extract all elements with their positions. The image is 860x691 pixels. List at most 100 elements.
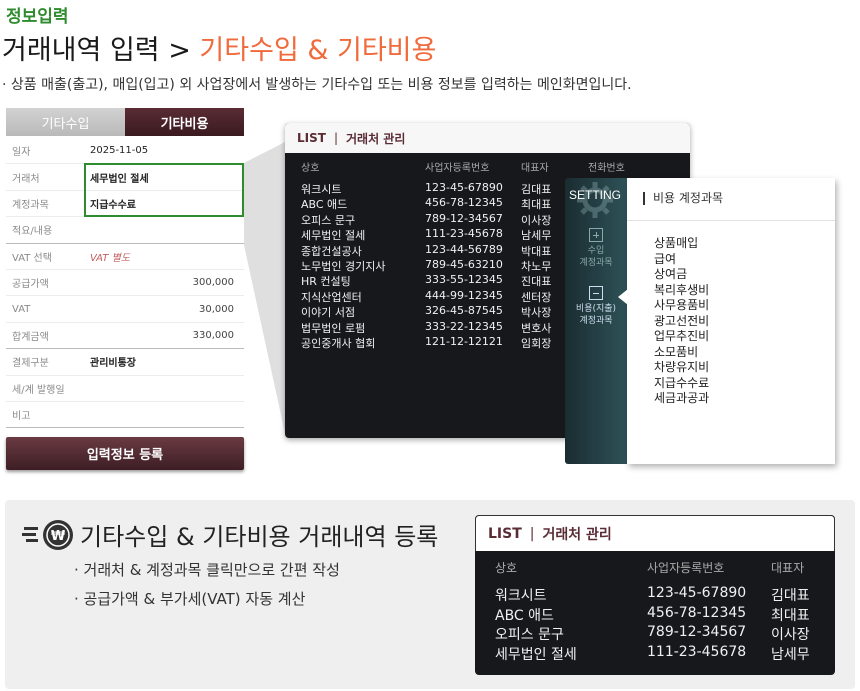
cell-ceo: 박사장 — [521, 306, 552, 320]
form-label: 세/계 발행일 — [12, 384, 65, 396]
form-label: 합계금액 — [12, 331, 49, 343]
income-account-label-2: 계정과목 — [579, 258, 613, 268]
table-row[interactable]: ABC 애드 456-78-12345 최대표 — [475, 605, 835, 625]
income-account-label-1: 수입 — [587, 246, 605, 256]
income-account-button[interactable]: 수입 계정과목 — [565, 228, 627, 269]
form-row-vat[interactable]: VAT 30,000 — [6, 296, 244, 323]
cell-ceo: 김대표 — [521, 183, 552, 196]
cell-bizno: 123-45-67890 — [425, 181, 503, 194]
list-item[interactable]: 복리후생비 — [654, 281, 709, 297]
cell-ceo: 최대표 — [771, 607, 810, 624]
col-header-ceo: 대표자 — [521, 163, 549, 174]
cell-name: 워크시트 — [301, 183, 342, 196]
col-header-ceo: 대표자 — [771, 561, 805, 575]
list-column-headers: 상호 사업자등록번호 대표자 전화번호 — [285, 159, 690, 179]
cell-bizno: 123-44-56789 — [425, 242, 503, 256]
list-title: LIST — [297, 131, 326, 145]
list-item[interactable]: 세금과공과 — [654, 389, 709, 405]
col-header-phone: 전화번호 — [588, 163, 625, 174]
form-label: 결제구분 — [12, 358, 49, 370]
cell-name: 세무법인 절세 — [495, 646, 577, 663]
mini-list-header: LIST | 거래처 관리 — [475, 515, 835, 551]
list-item[interactable]: 지급수수료 — [654, 374, 709, 390]
form-row-date[interactable]: 일자 2025-11-05 — [6, 138, 244, 165]
submit-button[interactable]: 입력정보 등록 — [6, 437, 244, 470]
form-row-vat-select[interactable]: VAT 선택 VAT 별도 — [6, 244, 244, 270]
supply-amount-field[interactable]: 300,000 — [193, 277, 234, 288]
total-field[interactable]: 330,000 — [193, 330, 234, 341]
feature-title: 기타수입 & 기타비용 거래내역 등록 — [80, 523, 439, 551]
list-item[interactable]: 상여금 — [654, 265, 709, 281]
page-title: 거래내역 입력 > 기타수입 & 기타비용 — [2, 28, 436, 67]
vat-field[interactable]: 30,000 — [199, 304, 234, 315]
cell-ceo: 차노무 — [521, 259, 552, 273]
list-item[interactable]: 광고선전비 — [654, 312, 709, 328]
account-list: 상품매입 급여 상여금 복리후생비 사무용품비 광고선전비 업무추진비 소모품비… — [654, 234, 709, 405]
table-row[interactable]: 워크시트 123-45-67890 김대표 — [475, 585, 835, 605]
date-field[interactable]: 2025-11-05 — [90, 145, 148, 156]
form-row-payment[interactable]: 결제구분 관리비통장 — [6, 349, 244, 376]
form-label: 적요/내용 — [12, 226, 53, 238]
form-row-total[interactable]: 합계금액 330,000 — [6, 323, 244, 350]
setting-title: SETTING — [569, 188, 622, 202]
tab-bar: 기타수입 기타비용 — [6, 108, 244, 136]
form-label: VAT — [12, 303, 31, 315]
cell-ceo: 센터장 — [521, 290, 552, 304]
payment-field[interactable]: 관리비통장 — [90, 354, 136, 369]
form-row-supply-amount[interactable]: 공급가액 300,000 — [6, 270, 244, 297]
mini-list-subtitle: 거래처 관리 — [542, 526, 612, 543]
cell-bizno: 121-12-12121 — [425, 334, 503, 348]
cell-name: 종합건설공사 — [301, 244, 362, 258]
form-row-invoice-date[interactable]: 세/계 발행일 — [6, 376, 244, 402]
table-row[interactable]: 세무법인 절세 111-23-45678 남세무 — [475, 644, 835, 664]
cell-ceo: 남세무 — [771, 646, 810, 663]
cell-bizno: 111-23-45678 — [647, 643, 747, 660]
expense-account-label-1: 비용(지출) — [575, 304, 617, 314]
form-row-note[interactable]: 비고 — [6, 402, 244, 429]
list-item[interactable]: 업무추진비 — [654, 327, 709, 343]
minus-square-icon — [589, 286, 603, 300]
tab-other-income[interactable]: 기타수입 — [6, 108, 125, 136]
cell-name: ABC 애드 — [495, 607, 554, 624]
form-row-memo[interactable]: 적요/내용 — [6, 217, 244, 244]
page-title-accent: 기타수입 & 기타비용 — [199, 35, 437, 66]
cell-name: ABC 애드 — [301, 198, 348, 212]
cell-name: 이야기 서점 — [301, 306, 356, 320]
cell-name: HR 컨설팅 — [301, 275, 351, 289]
list-item[interactable]: 사무용품비 — [654, 296, 709, 312]
svg-text:₩: ₩ — [51, 529, 66, 544]
tab-other-expense[interactable]: 기타비용 — [125, 108, 244, 136]
list-item[interactable]: 차량유지비 — [654, 358, 709, 374]
cell-bizno: 789-45-63210 — [425, 257, 503, 271]
cell-name: 워크시트 — [495, 588, 547, 604]
list-item[interactable]: 급여 — [654, 250, 709, 266]
cell-ceo: 진대표 — [521, 275, 552, 289]
cell-bizno: 456-78-12345 — [425, 196, 503, 210]
table-row[interactable]: 오피스 문구 789-12-34567 이사장 — [475, 624, 835, 644]
cell-bizno: 326-45-87545 — [425, 304, 503, 318]
cell-bizno: 333-55-12345 — [425, 273, 503, 287]
form-label: 비고 — [12, 411, 31, 423]
cell-bizno: 789-12-34567 — [425, 211, 503, 225]
cell-bizno: 123-45-67890 — [647, 585, 747, 601]
vat-select[interactable]: VAT 별도 — [90, 249, 130, 264]
feature-item: · 공급가액 & 부가세(VAT) 자동 계산 — [74, 590, 306, 608]
cell-bizno: 333-22-12345 — [425, 319, 503, 333]
cell-name: 노무법인 경기지사 — [301, 259, 386, 273]
selection-highlight — [84, 163, 244, 217]
plus-square-icon — [589, 228, 603, 242]
mini-list-separator: | — [529, 525, 535, 542]
cell-bizno: 789-12-34567 — [647, 624, 747, 640]
list-item[interactable]: 소모품비 — [654, 343, 709, 359]
setting-panel: SETTING 수입 계정과목 비용(지출) 계정과목 — [565, 178, 627, 464]
feature-item: · 거래처 & 계정과목 클릭만으로 간편 작성 — [74, 561, 340, 579]
list-item[interactable]: 상품매입 — [654, 234, 709, 250]
cell-name: 지식산업센터 — [301, 290, 362, 304]
expense-account-panel: 비용 계정과목 상품매입 급여 상여금 복리후생비 사무용품비 광고선전비 업무… — [627, 178, 835, 464]
cell-ceo: 남세무 — [521, 229, 552, 243]
col-header-bizno: 사업자등록번호 — [647, 561, 725, 575]
mini-vendor-list-panel: LIST | 거래처 관리 상호 사업자등록번호 대표자 워크시트 123-45-… — [475, 515, 835, 675]
account-panel-title: 비용 계정과목 — [643, 192, 723, 205]
list-subtitle: 거래처 관리 — [346, 131, 406, 146]
list-header: LIST | 거래처 관리 — [285, 123, 690, 153]
